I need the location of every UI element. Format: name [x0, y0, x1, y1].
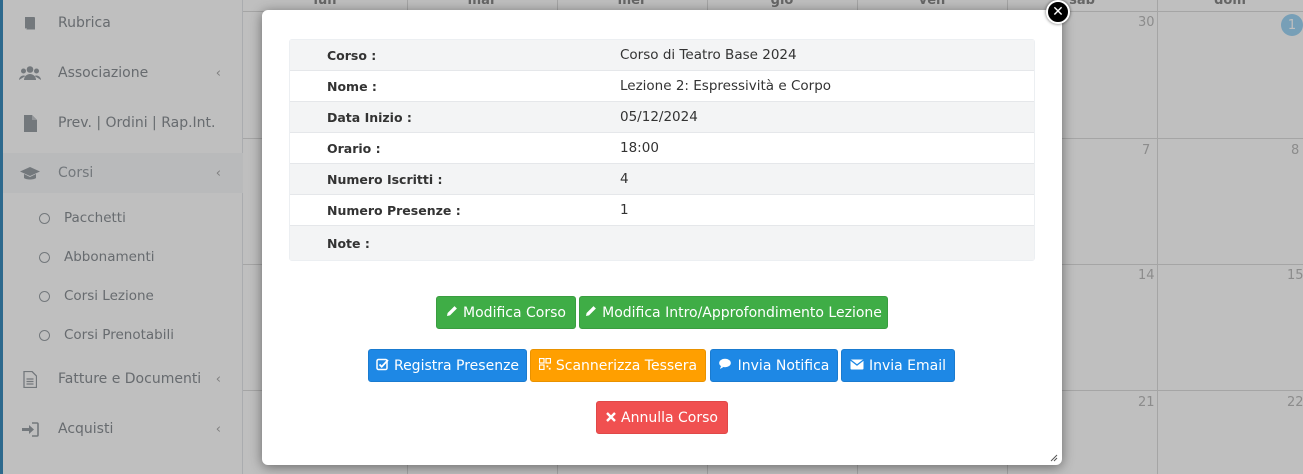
annulla-corso-button[interactable]: Annulla Corso — [596, 401, 728, 434]
modifica-intro-button[interactable]: Modifica Intro/Approfondimento Lezione — [579, 296, 888, 329]
table-row: Numero Presenze : 1 — [290, 195, 1034, 226]
button-label: Modifica Corso — [463, 304, 566, 321]
row-key: Numero Iscritti : — [327, 171, 443, 187]
times-icon — [606, 411, 616, 425]
table-row: Numero Iscritti : 4 — [290, 164, 1034, 195]
comments-icon — [718, 358, 733, 373]
row-key: Data Inizio : — [327, 109, 412, 125]
row-value: Corso di Teatro Base 2024 — [620, 47, 797, 63]
table-row: Note : — [290, 226, 1034, 260]
scannerizza-tessera-button[interactable]: Scannerizza Tessera — [530, 349, 706, 382]
resize-grip-icon[interactable] — [1050, 454, 1058, 462]
row-value: 05/12/2024 — [620, 109, 698, 125]
table-row: Nome : Lezione 2: Espressività e Corpo — [290, 71, 1034, 102]
pencil-icon — [446, 305, 458, 320]
close-modal-button[interactable]: ✕ — [1046, 0, 1070, 24]
row-value: 4 — [620, 171, 629, 187]
row-value: 18:00 — [620, 140, 659, 156]
table-row: Orario : 18:00 — [290, 133, 1034, 164]
button-label: Annulla Corso — [621, 409, 718, 426]
lesson-info-table: Corso : Corso di Teatro Base 2024 Nome :… — [289, 39, 1035, 261]
button-label: Scannerizza Tessera — [555, 357, 698, 374]
button-label: Invia Email — [868, 357, 947, 374]
row-value: 1 — [620, 202, 629, 218]
row-key: Orario : — [327, 140, 381, 156]
row-key: Note : — [327, 235, 370, 251]
row-key: Corso : — [327, 47, 377, 63]
button-label: Modifica Intro/Approfondimento Lezione — [602, 304, 882, 321]
table-row: Corso : Corso di Teatro Base 2024 — [290, 40, 1034, 71]
modifica-corso-button[interactable]: Modifica Corso — [436, 296, 576, 329]
row-value: Lezione 2: Espressività e Corpo — [620, 78, 832, 94]
check-square-icon — [376, 358, 389, 374]
invia-email-button[interactable]: Invia Email — [841, 349, 955, 382]
pencil-icon — [585, 305, 597, 320]
close-icon: ✕ — [1052, 4, 1064, 20]
qrcode-icon — [538, 357, 551, 373]
registra-presenze-button[interactable]: Registra Presenze — [368, 349, 527, 382]
lesson-detail-modal: Corso : Corso di Teatro Base 2024 Nome :… — [262, 10, 1062, 465]
row-key: Nome : — [327, 78, 377, 94]
envelope-icon — [850, 358, 864, 373]
button-label: Registra Presenze — [393, 357, 520, 374]
button-label: Invia Notifica — [737, 357, 830, 374]
row-key: Numero Presenze : — [327, 202, 461, 218]
invia-notifica-button[interactable]: Invia Notifica — [710, 349, 838, 382]
table-row: Data Inizio : 05/12/2024 — [290, 102, 1034, 133]
